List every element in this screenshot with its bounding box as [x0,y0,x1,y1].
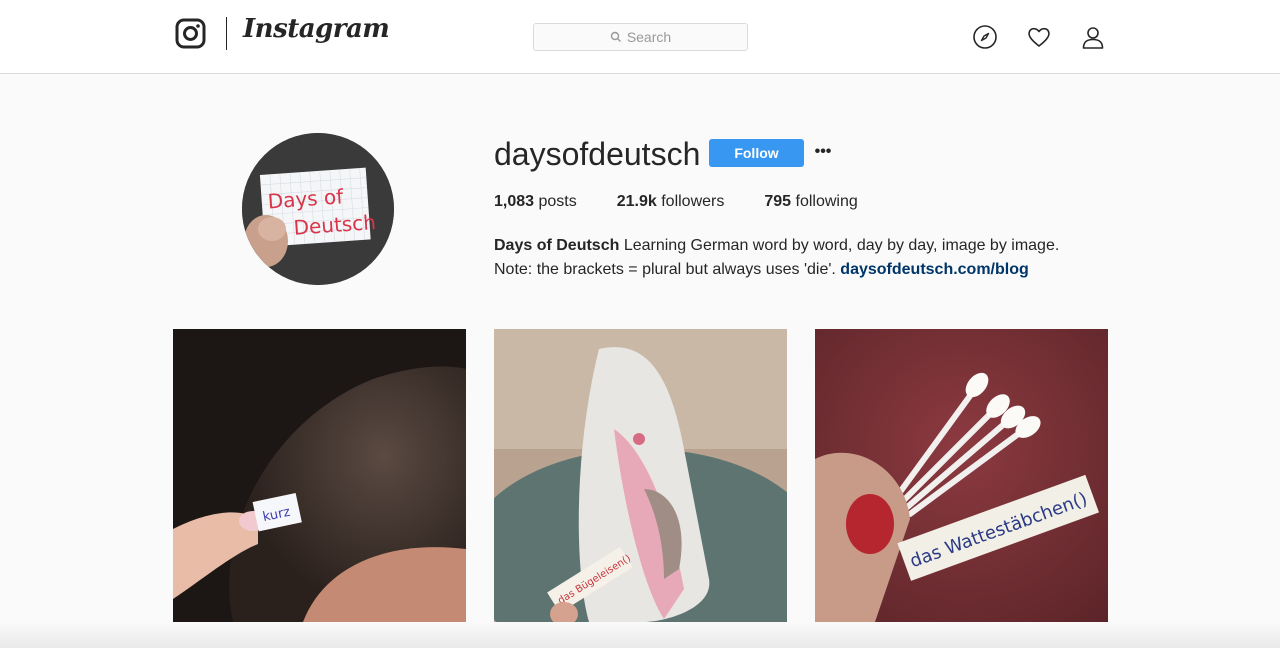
logo-divider [226,17,227,50]
profile-bio: Days of Deutsch Learning German word by … [494,234,1134,282]
search-input[interactable]: Search [533,23,748,51]
bio-website-link[interactable]: daysofdeutsch.com/blog [840,261,1028,278]
bio-line2: Note: the brackets = plural but always u… [494,261,841,278]
post-image-3: das Wattestäbchen() [815,329,1108,622]
heart-icon[interactable] [1026,24,1052,50]
bottom-fade [0,622,1280,648]
more-options-button[interactable]: ••• [814,141,832,163]
post-image-1: kurz [173,329,466,622]
following-count: 795 [764,193,792,210]
avatar-image: Days of Deutsch [242,133,394,285]
followers-stat[interactable]: 21.9k followers [617,193,725,211]
profile-username: daysofdeutsch [494,136,701,172]
person-icon[interactable] [1080,24,1106,50]
compass-icon[interactable] [972,24,998,50]
search-icon [610,31,621,42]
post-thumbnail-2[interactable]: das Bügeleisen() [494,329,787,622]
profile-stats: 1,083 posts 21.9k followers 795 followin… [494,193,898,211]
post-image-2: das Bügeleisen() [494,329,787,622]
following-stat[interactable]: 795 following [764,193,857,211]
following-label: following [791,193,858,210]
search-placeholder: Search [626,29,672,45]
instagram-wordmark[interactable]: Instagram [243,14,390,44]
followers-label: followers [656,193,725,210]
instagram-glyph-icon[interactable] [175,18,206,49]
posts-stat: 1,083 posts [494,193,577,211]
posts-count: 1,083 [494,193,535,210]
top-nav-bar: Instagram Search [0,0,1280,74]
follow-button[interactable]: Follow [709,139,804,167]
post-thumbnail-3[interactable]: das Wattestäbchen() [815,329,1108,622]
bio-full-name: Days of Deutsch [494,237,620,254]
bio-line1: Learning German word by word, day by day… [619,237,1060,254]
profile-avatar[interactable]: Days of Deutsch [242,133,394,285]
post-thumbnail-1[interactable]: kurz [173,329,466,622]
followers-count: 21.9k [616,193,657,210]
posts-label: posts [534,193,577,210]
